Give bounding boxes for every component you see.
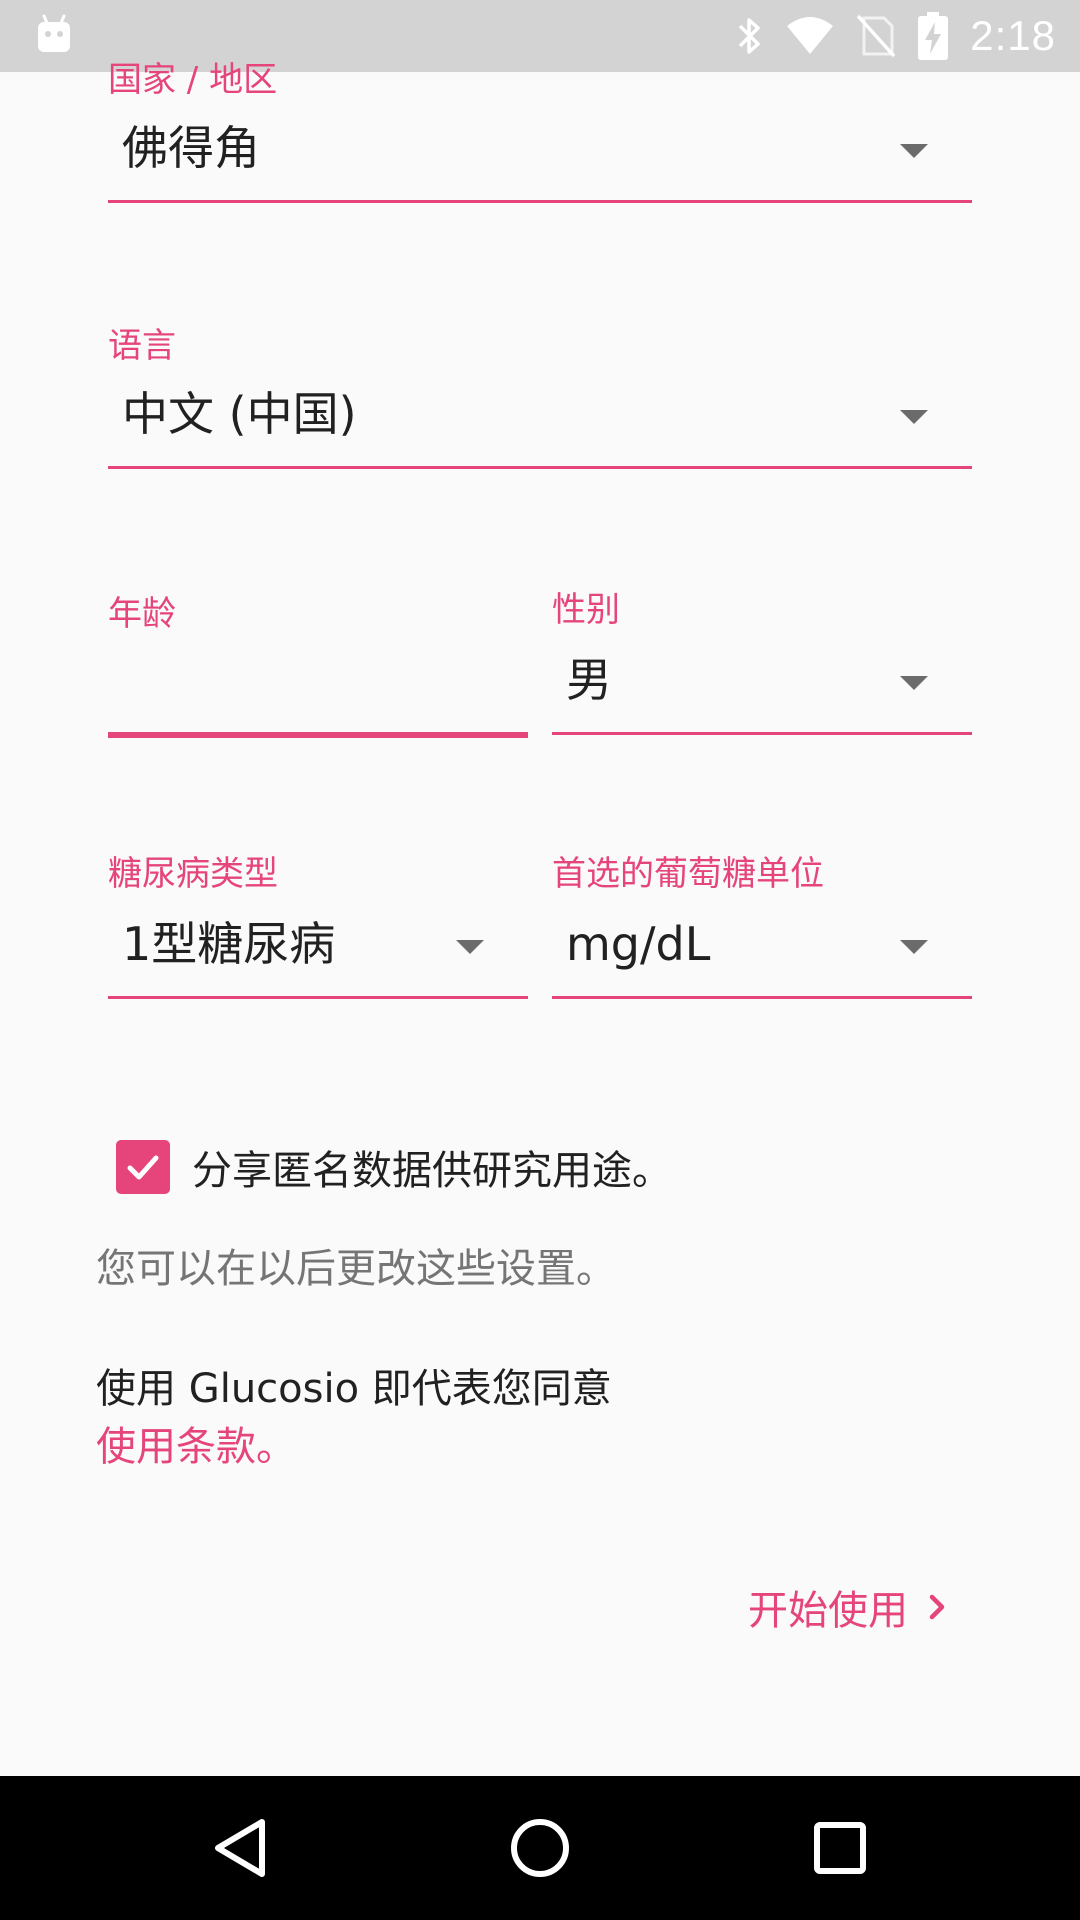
bluetooth-icon	[739, 18, 760, 54]
language-underline	[108, 466, 972, 469]
glucose-unit-label: 首选的葡萄糖单位	[552, 854, 824, 894]
age-underline	[108, 732, 528, 738]
settings-note: 您可以在以后更改这些设置。	[96, 1246, 616, 1292]
age-label: 年龄	[108, 594, 176, 634]
dropdown-arrow-icon	[900, 410, 928, 424]
diabetes-type-underline	[108, 996, 528, 999]
checkmark-icon	[127, 1155, 159, 1180]
no-sim-icon	[856, 14, 896, 58]
terms-text: 使用 Glucosio 即代表您同意	[96, 1366, 612, 1412]
terms-link[interactable]: 使用条款。	[96, 1414, 296, 1472]
diabetes-type-spinner[interactable]: 糖尿病类型 1型糖尿病	[108, 852, 528, 1002]
language-spinner[interactable]: 语言 中文 (中国)	[108, 322, 972, 472]
country-spinner[interactable]: 国家 / 地区 佛得角	[108, 56, 972, 206]
dropdown-arrow-icon	[900, 144, 928, 158]
share-data-row[interactable]: 分享匿名数据供研究用途。	[116, 1138, 672, 1196]
home-button[interactable]	[504, 1812, 576, 1884]
wifi-icon	[787, 17, 834, 54]
glucose-unit-spinner[interactable]: 首选的葡萄糖单位 mg/dL	[552, 852, 972, 1002]
recents-button[interactable]	[804, 1812, 876, 1884]
back-button[interactable]	[204, 1812, 276, 1884]
gender-label: 性别	[552, 590, 620, 630]
country-value: 佛得角	[122, 121, 260, 175]
glucose-unit-value: mg/dL	[566, 917, 711, 971]
android-debug-icon	[38, 14, 70, 52]
start-button-label: 开始使用	[748, 1588, 908, 1634]
status-time: 2:18	[970, 12, 1056, 59]
home-circle-icon	[511, 1819, 569, 1877]
dropdown-arrow-icon	[456, 940, 484, 954]
gender-spinner[interactable]: 性别 男	[552, 586, 972, 736]
chevron-right-icon	[929, 1594, 945, 1620]
dropdown-arrow-icon	[900, 940, 928, 954]
language-label: 语言	[108, 326, 176, 366]
recents-square-icon	[814, 1822, 866, 1874]
share-data-label: 分享匿名数据供研究用途。	[192, 1148, 672, 1194]
start-button[interactable]: 开始使用	[748, 1578, 952, 1636]
gender-value: 男	[566, 653, 612, 707]
dropdown-arrow-icon	[900, 676, 928, 690]
diabetes-type-value: 1型糖尿病	[122, 917, 336, 971]
age-input[interactable]: 年龄	[108, 590, 528, 740]
navigation-bar	[0, 1776, 1080, 1920]
share-data-checkbox[interactable]	[116, 1140, 170, 1194]
language-value: 中文 (中国)	[122, 387, 357, 441]
glucose-unit-underline	[552, 996, 972, 999]
back-triangle-icon	[215, 1819, 265, 1877]
gender-underline	[552, 732, 972, 735]
country-label: 国家 / 地区	[108, 60, 278, 100]
battery-charging-icon	[918, 12, 949, 60]
country-underline	[108, 200, 972, 203]
diabetes-type-label: 糖尿病类型	[108, 854, 278, 894]
